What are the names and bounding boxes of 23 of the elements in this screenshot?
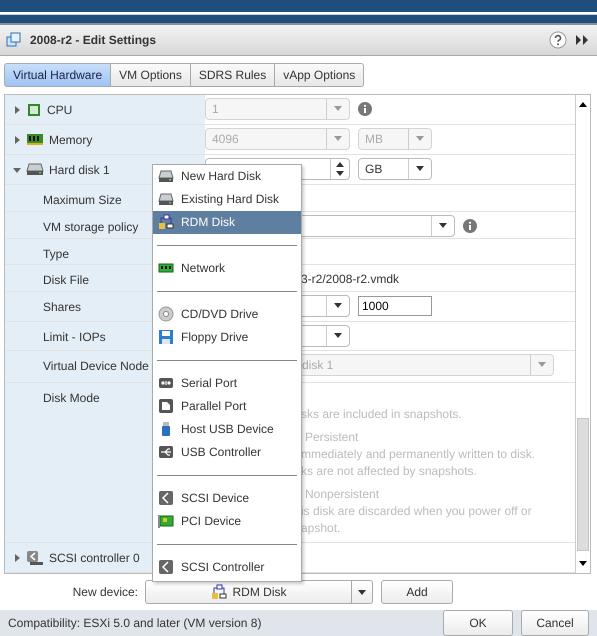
disk-mode-description: is disk are discarded when you power off or <box>301 502 533 520</box>
setting-label: Virtual Device Node <box>43 358 149 374</box>
setting-label: Shares <box>43 298 82 314</box>
device-label: SCSI controller 0 <box>49 550 140 566</box>
new-device-label: New device: <box>72 585 139 600</box>
device-label: CPU <box>47 102 72 118</box>
setting-label: Type <box>43 246 70 262</box>
setting-label: VM storage policy <box>43 218 138 234</box>
device-label: Memory <box>49 132 92 148</box>
disk-mode-description: apshot. <box>301 520 342 536</box>
disk-mode-option: Persistent <box>301 428 536 446</box>
compatibility-text: Compatibility: ESXi 5.0 and later (VM version 8) <box>8 616 262 630</box>
disk-mode-description: sks are included in snapshots. <box>301 406 463 422</box>
setting-label: Disk File <box>43 272 90 288</box>
disk-mode-option: Nonpersistent <box>301 486 536 502</box>
setting-label: Limit - IOPs <box>43 328 106 344</box>
disk-mode-description: ks are not affected by snapshots. <box>301 462 478 480</box>
setting-label: Maximum Size <box>43 192 122 208</box>
window-title: 2008-r2 - Edit Settings <box>30 32 156 47</box>
disk-mode-description: mmediately and permanently written to disk. <box>301 446 536 462</box>
setting-label: Disk Mode <box>43 390 100 406</box>
device-label: Hard disk 1 <box>49 162 110 178</box>
disk-file-path: 3-r2/2008-r2.vmdk <box>301 272 400 286</box>
